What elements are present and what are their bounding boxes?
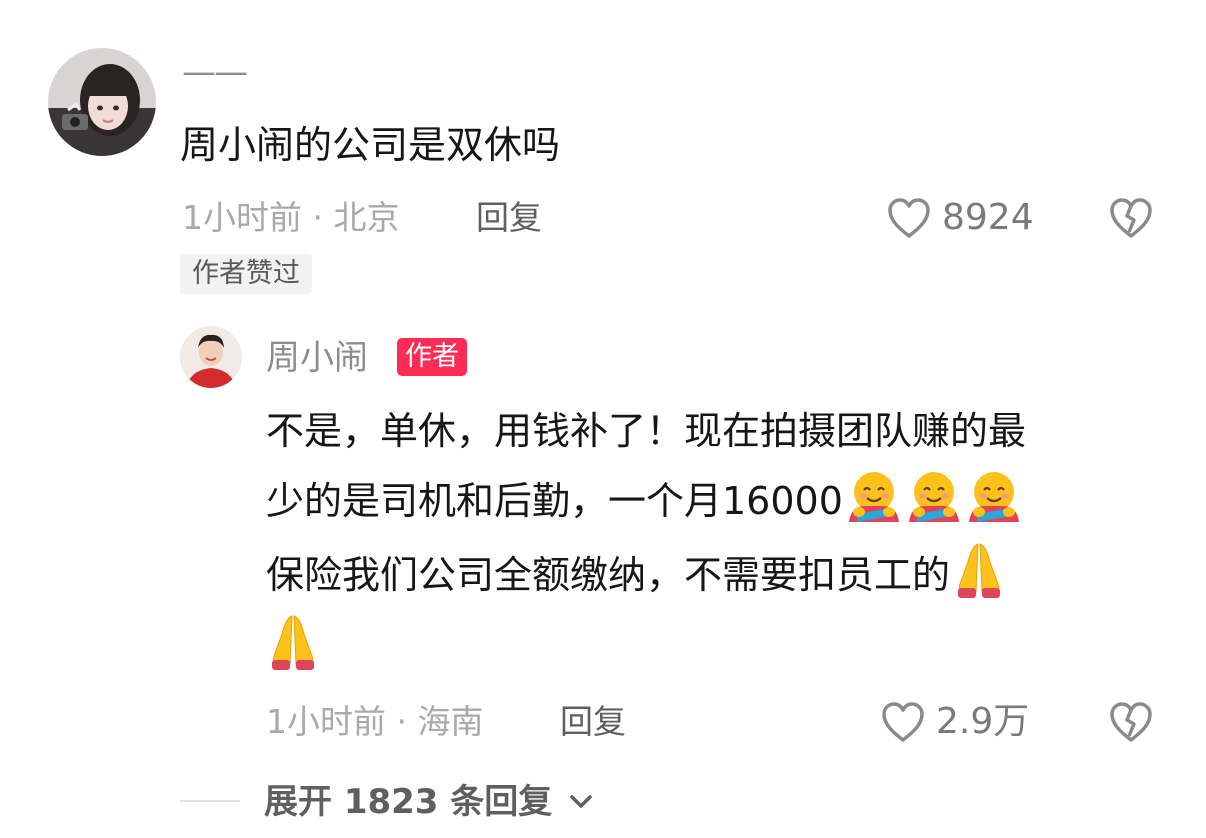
reply-text-line-4 (266, 612, 1166, 672)
expand-replies-label: 展开 1823 条回复 (264, 782, 553, 822)
reply-text-line-3: 保险我们公司全额缴纳，不需要扣员工的 (266, 540, 1166, 612)
comment-timestamp-location: 1小时前 · 北京 (182, 198, 400, 237)
broken-heart-icon[interactable] (1108, 700, 1154, 744)
reply-like-count: 2.9万 (936, 701, 1030, 742)
hug-emoji-icon (905, 468, 963, 538)
reply-reply-button[interactable]: 回复 (560, 702, 626, 742)
comment-text: 周小闹的公司是双休吗 (180, 123, 561, 167)
hug-emoji-icon (965, 468, 1023, 538)
pray-emoji-icon (952, 540, 1006, 612)
chevron-down-icon (568, 793, 594, 811)
broken-heart-icon[interactable] (1108, 196, 1154, 240)
reply-timestamp-location: 1小时前 · 海南 (266, 702, 484, 741)
reply-text-line-2-text: 少的是司机和后勤，一个月16000 (266, 479, 843, 523)
reply-text: 不是，单休，用钱补了！现在拍摄团队赚的最 少的是司机和后勤，一个月16000 保… (266, 404, 1166, 672)
pray-emoji-icon (266, 612, 320, 684)
reply-text-line-2: 少的是司机和后勤，一个月16000 (266, 468, 1166, 540)
author-username[interactable]: 周小闹 (266, 338, 368, 378)
expand-replies-button[interactable]: 展开 1823 条回复 (264, 782, 594, 822)
expand-divider (180, 800, 240, 802)
commenter-username[interactable]: —— (182, 52, 248, 92)
comment-reply-button[interactable]: 回复 (476, 198, 542, 238)
author-avatar[interactable] (180, 326, 242, 388)
reply-text-line-1: 不是，单休，用钱补了！现在拍摄团队赚的最 (266, 409, 1027, 453)
heart-icon[interactable] (886, 196, 932, 240)
author-liked-badge: 作者赞过 (180, 254, 312, 294)
reply-text-line-3-text: 保险我们公司全额缴纳，不需要扣员工的 (266, 553, 951, 597)
author-badge: 作者 (397, 338, 467, 376)
hug-emoji-icon (845, 468, 903, 538)
heart-icon[interactable] (880, 700, 926, 744)
comment-like-count: 8924 (942, 197, 1034, 238)
commenter-avatar[interactable] (48, 48, 156, 156)
